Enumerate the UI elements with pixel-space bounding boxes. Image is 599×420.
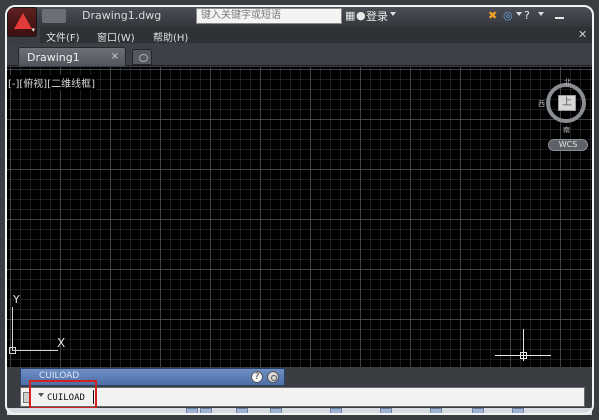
status-toggle-icon[interactable] [512,408,524,415]
search-input[interactable]: 键入关键字或短语 [196,8,342,24]
status-bar [7,408,592,415]
autocad-logo-icon [14,13,32,29]
help-button[interactable]: ? [524,8,530,24]
tab-drawing1[interactable]: Drawing1 × [18,47,126,66]
login-dropdown-icon[interactable] [390,12,396,16]
ucs-x-axis [12,350,58,351]
ucs-y-axis [12,307,13,351]
tab-label: Drawing1 [27,51,80,64]
help-dropdown-icon[interactable] [538,12,544,16]
new-tab-button[interactable] [132,49,152,65]
compass-west[interactable]: 西 [538,99,545,109]
command-settings-icon[interactable] [267,371,279,383]
status-toggle-icon[interactable] [472,408,484,415]
close-icon[interactable]: ✕ [578,28,587,41]
status-toggle-icon[interactable] [430,408,442,415]
tab-close-icon[interactable]: × [111,51,119,62]
menu-window[interactable]: 窗口(W) [97,29,135,44]
compass-north[interactable]: 北 [564,77,571,87]
chevron-down-icon: ▾ [31,26,35,34]
ucs-y-label: Y [13,293,20,306]
status-toggle-icon[interactable] [236,408,248,415]
exchange-icon[interactable]: ✖ [488,8,497,24]
menu-file[interactable]: 文件(F) [46,29,80,44]
search-binoculars-icon[interactable]: ▦ [345,8,355,24]
status-toggle-icon[interactable] [380,408,392,415]
viewcube[interactable]: 上 北 西 东 南 [538,77,592,134]
viewport-controls[interactable]: [-][俯视][二维线框] [7,75,97,90]
command-help-button[interactable]: ? [251,371,263,383]
a360-dropdown-icon[interactable] [516,12,522,16]
minimize-button[interactable] [553,8,567,22]
viewcube-face-top[interactable]: 上 [558,95,576,111]
quick-access-toolbar[interactable] [42,9,66,23]
crosshair-pickbox [520,352,527,359]
status-toggle-icon[interactable] [186,408,198,415]
document-title: Drawing1.dwg [82,9,162,22]
wcs-menu[interactable]: WCS [548,139,588,151]
ucs-x-label: X [57,336,66,350]
menu-help[interactable]: 帮助(H) [153,29,188,44]
user-icon[interactable]: ● [356,8,366,24]
application-menu-button[interactable]: ▾ [7,7,37,37]
ucs-origin-icon [9,347,16,354]
command-line[interactable] [20,387,585,407]
status-toggle-icon[interactable] [200,408,212,415]
drawing-canvas[interactable]: [-][俯视][二维线框] 上 北 西 东 南 WCS Y X [7,67,592,367]
file-tab-bar: Drawing1 × [7,44,592,66]
status-toggle-icon[interactable] [270,408,282,415]
login-button[interactable]: 登录 [366,8,388,24]
autocad-window: ▾ Drawing1.dwg 键入关键字或短语 ▦ ● 登录 ✖ ◎ ? 文件(… [0,0,599,420]
compass-south[interactable]: 南 [563,125,570,135]
a360-icon[interactable]: ◎ [503,8,513,24]
annotation-highlight-box [29,380,97,409]
status-toggle-icon[interactable] [330,408,342,415]
